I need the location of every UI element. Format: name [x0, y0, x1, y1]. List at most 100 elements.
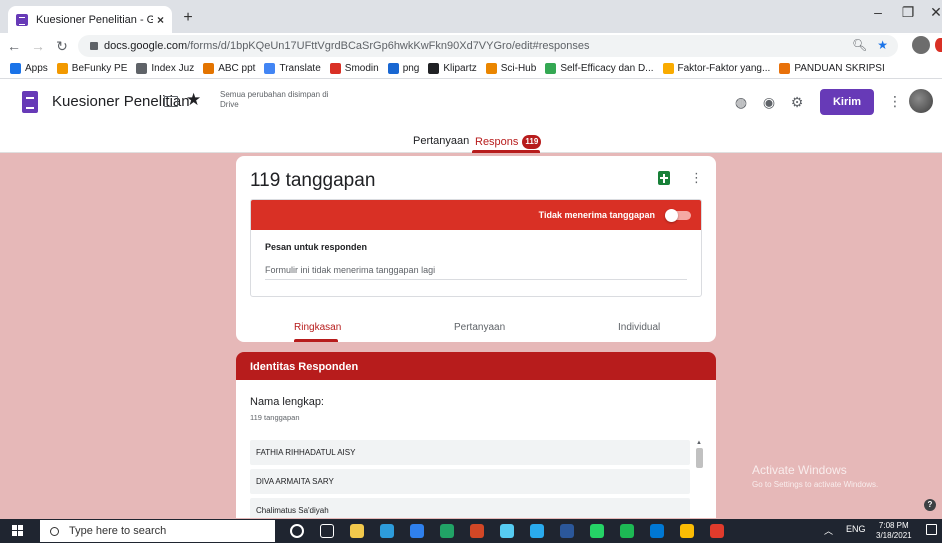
respondent-message-input[interactable]: Formulir ini tidak menerima tanggapan la… — [265, 262, 687, 280]
answer-list: FATHIA RIHHADATUL AISY DIVA ARMAITA SARY… — [250, 440, 690, 518]
bookmark-item[interactable]: Self-Efficacy dan D... — [545, 63, 654, 74]
list-item: DIVA ARMAITA SARY — [250, 469, 690, 494]
spotify-icon[interactable] — [620, 524, 634, 538]
new-tab-icon[interactable]: + — [178, 8, 198, 28]
bookmark-favicon-icon — [485, 63, 497, 74]
accepting-responses-toggle[interactable] — [665, 209, 691, 222]
bookmark-favicon-icon — [662, 63, 674, 74]
notification-icon[interactable] — [926, 524, 937, 535]
bookmark-label: Klipartz — [443, 63, 477, 74]
acrobat-icon[interactable] — [710, 524, 724, 538]
file-explorer-icon[interactable] — [350, 524, 364, 538]
bookmark-item[interactable]: Translate — [264, 63, 321, 74]
bookmark-item[interactable]: Faktor-Faktor yang... — [662, 63, 771, 74]
sheets-icon[interactable] — [658, 171, 670, 185]
bookmark-item[interactable]: BeFunky PE — [56, 63, 127, 74]
palette-icon[interactable]: ◍ — [732, 93, 750, 111]
bookmark-item[interactable]: Smodin — [329, 63, 379, 74]
folder-icon[interactable] — [164, 96, 178, 107]
scroll-thumb[interactable] — [695, 448, 703, 468]
bookmark-label: ABC ppt — [218, 63, 256, 74]
bookmark-star-icon[interactable]: ★ — [877, 38, 888, 52]
cortana-icon[interactable] — [290, 524, 304, 538]
back-icon[interactable]: ← — [4, 38, 24, 54]
browser-tab-strip: Kuesioner Penelitian - Google Fo × + – ❐… — [0, 0, 942, 33]
windows-start-icon[interactable] — [12, 525, 23, 536]
zoom-icon[interactable]: 🔍︎ — [852, 38, 867, 52]
send-button[interactable]: Kirim — [820, 89, 874, 115]
bookmark-label: Faktor-Faktor yang... — [677, 63, 771, 74]
accepting-responses-bar: Tidak menerima tanggapan — [251, 200, 701, 230]
tab-responses[interactable]: Respons 119 — [475, 135, 542, 149]
bookmark-item[interactable]: Sci-Hub — [485, 63, 537, 74]
user-avatar[interactable] — [909, 89, 933, 113]
toggle-knob — [665, 209, 678, 222]
chrome-icon[interactable] — [680, 524, 694, 538]
language-indicator[interactable]: ENG — [846, 524, 866, 534]
forms-header: Kuesioner Penelitian ★ Semua perubahan d… — [0, 79, 942, 153]
media-icon[interactable] — [500, 524, 514, 538]
subtab-individual[interactable]: Individual — [618, 322, 660, 333]
bookmark-label: Self-Efficacy dan D... — [560, 63, 654, 74]
restore-icon[interactable]: ❐ — [898, 4, 918, 21]
bookmark-item[interactable]: Apps — [10, 63, 48, 74]
responses-more-icon[interactable]: ⋮ — [690, 170, 703, 186]
bookmark-label: Sci-Hub — [500, 63, 537, 74]
question-title: Nama lengkap: — [250, 396, 324, 408]
bookmark-item[interactable]: Klipartz — [428, 63, 477, 74]
close-window-icon[interactable]: ✕ — [926, 4, 942, 21]
star-icon[interactable]: ★ — [186, 90, 201, 110]
whatsapp-icon[interactable] — [590, 524, 604, 538]
bookmark-label: Index Juz — [151, 63, 195, 74]
bookmark-label: Apps — [25, 63, 48, 74]
bookmark-item[interactable]: png — [387, 63, 419, 74]
browser-tab[interactable]: Kuesioner Penelitian - Google Fo × — [8, 6, 172, 33]
active-subtab-indicator — [294, 339, 338, 342]
responses-summary-card: 119 tanggapan ⋮ Tidak menerima tanggapan… — [236, 156, 716, 342]
bookmark-favicon-icon — [779, 63, 791, 74]
settings-gear-icon[interactable]: ⚙ — [788, 93, 806, 111]
subtab-summary[interactable]: Ringkasan — [294, 322, 341, 333]
bookmark-favicon-icon — [545, 63, 557, 74]
excel-icon[interactable] — [440, 524, 454, 538]
bookmark-item[interactable]: PANDUAN SKRIPSI — [779, 63, 885, 74]
bookmark-item[interactable]: Index Juz — [136, 63, 194, 74]
powerpoint-icon[interactable] — [470, 524, 484, 538]
task-view-icon[interactable] — [320, 524, 334, 538]
address-bar[interactable]: docs.google.com/forms/d/1bpKQeUn17UFttVg… — [78, 35, 898, 57]
store-icon[interactable] — [380, 524, 394, 538]
taskbar-clock[interactable]: 7:08 PM 3/18/2021 — [876, 521, 912, 541]
respondent-message-label: Pesan untuk responden — [265, 242, 368, 252]
help-icon[interactable]: ? — [924, 499, 936, 511]
subtab-question[interactable]: Pertanyaan — [454, 322, 505, 333]
forms-favicon-icon — [16, 13, 28, 26]
browser-profile-avatar[interactable] — [912, 36, 930, 54]
scroll-up-icon[interactable]: ▲ — [694, 440, 704, 446]
telegram-icon[interactable] — [530, 524, 544, 538]
response-count: 119 tanggapan — [250, 170, 376, 191]
edge-icon[interactable] — [650, 524, 664, 538]
google-forms-logo-icon[interactable] — [22, 91, 38, 113]
tray-chevron-icon[interactable]: ︿ — [824, 524, 833, 537]
accepting-responses-box: Tidak menerima tanggapan Pesan untuk res… — [250, 199, 702, 297]
mail-icon[interactable] — [410, 524, 424, 538]
preview-eye-icon[interactable]: ◉ — [760, 93, 778, 111]
answer-list-scrollbar[interactable]: ▲ — [694, 440, 704, 518]
tab-questions[interactable]: Pertanyaan — [413, 135, 469, 147]
bookmark-item[interactable]: ABC ppt — [203, 63, 255, 74]
activate-windows-watermark: Activate Windows Go to Settings to activ… — [752, 463, 878, 489]
tab-close-icon[interactable]: × — [157, 13, 164, 27]
bookmark-favicon-icon — [56, 63, 68, 74]
bookmark-favicon-icon — [136, 63, 148, 74]
word-icon[interactable] — [560, 524, 574, 538]
reload-icon[interactable]: ↻ — [52, 38, 72, 55]
question-response-count: 119 tanggapan — [250, 413, 300, 422]
minimize-icon[interactable]: – — [868, 4, 888, 20]
browser-tab-title: Kuesioner Penelitian - Google Fo — [36, 13, 153, 26]
more-vert-icon[interactable]: ⋮ — [888, 93, 902, 110]
extension-icon[interactable] — [935, 38, 942, 52]
url-path: /forms/d/1bpKQeUn17UFttVgrdBCaSrGp6hwkKw… — [187, 40, 590, 52]
taskbar-search-input[interactable]: Type here to search — [40, 520, 275, 542]
bookmark-favicon-icon — [10, 63, 21, 74]
forward-icon[interactable]: → — [28, 38, 48, 54]
